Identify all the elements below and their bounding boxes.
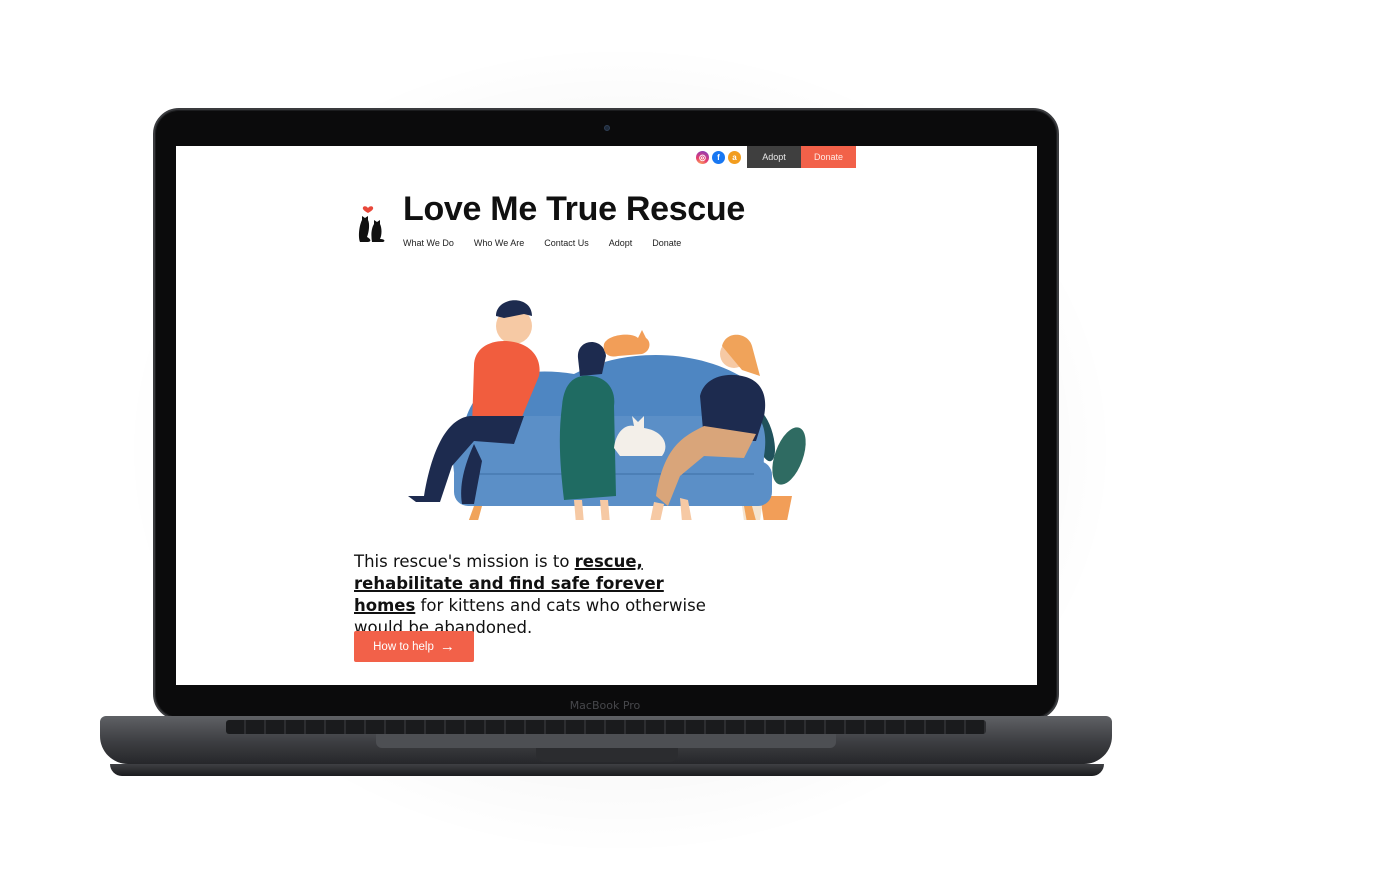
top-bar: ◎ f a Adopt Donate bbox=[696, 146, 856, 168]
camera-icon bbox=[604, 125, 610, 131]
nav-item-donate[interactable]: Donate bbox=[652, 238, 681, 248]
site-title: Love Me True Rescue bbox=[403, 190, 745, 228]
amazon-icon[interactable]: a bbox=[728, 150, 741, 164]
arrow-right-icon: → bbox=[439, 638, 455, 655]
main-nav: What We Do Who We Are Contact Us Adopt D… bbox=[403, 238, 681, 248]
nav-item-adopt[interactable]: Adopt bbox=[609, 238, 633, 248]
nav-item-what-we-do[interactable]: What We Do bbox=[403, 238, 454, 248]
adopt-button[interactable]: Adopt bbox=[747, 146, 801, 168]
facebook-icon[interactable]: f bbox=[712, 150, 725, 164]
how-to-help-label: How to help bbox=[373, 640, 434, 653]
trackpad bbox=[376, 734, 836, 748]
laptop-base-edge bbox=[110, 764, 1104, 776]
mission-prefix: This rescue's mission is to bbox=[354, 552, 575, 571]
hero-illustration bbox=[408, 300, 806, 520]
lid-notch bbox=[536, 748, 678, 762]
donate-button[interactable]: Donate bbox=[801, 146, 856, 168]
mission-statement: This rescue's mission is to rescue, reha… bbox=[354, 551, 714, 639]
keyboard bbox=[226, 720, 986, 734]
cat-heart-logo bbox=[358, 206, 385, 242]
nav-item-who-we-are[interactable]: Who We Are bbox=[474, 238, 524, 248]
how-to-help-button[interactable]: How to help → bbox=[354, 631, 474, 662]
nav-item-contact-us[interactable]: Contact Us bbox=[544, 238, 589, 248]
device-brand-label: MacBook Pro bbox=[569, 699, 641, 712]
instagram-icon[interactable]: ◎ bbox=[696, 150, 709, 164]
social-links: ◎ f a bbox=[696, 150, 741, 164]
website-screen: ◎ f a Adopt Donate Love Me True Rescue W… bbox=[176, 146, 1037, 685]
